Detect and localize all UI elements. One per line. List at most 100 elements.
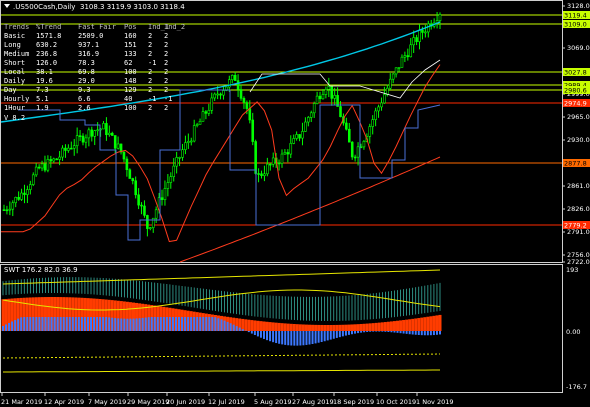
candle-body [75, 135, 79, 147]
candle-body [34, 166, 38, 176]
table-cell: 69.8 [78, 68, 95, 76]
candle-body [418, 29, 421, 42]
table-cell: 129 [124, 86, 137, 94]
table-cell: 5.1 [36, 95, 49, 103]
table-row-label: Local [4, 68, 25, 76]
candle-body [409, 44, 413, 58]
table-cell: -1 [164, 95, 172, 103]
time-label: 21 Mar 2019 [1, 398, 42, 406]
table-cell: 2 [164, 32, 168, 40]
table-header: Trends [4, 23, 29, 31]
candle-body [321, 94, 325, 100]
price-tag-label: 3109.0 [564, 21, 587, 29]
candle-body [8, 208, 12, 211]
candle-body [11, 202, 15, 210]
candle-body [257, 173, 260, 175]
candle-body [339, 106, 342, 118]
indicator-scale-zero: 0.00 [566, 328, 580, 336]
candle-body [377, 106, 380, 112]
candle-body [140, 204, 143, 207]
time-label: 18 Sep 2019 [333, 398, 374, 406]
candle-body [383, 94, 386, 104]
time-label: 29 May 2019 [127, 398, 169, 406]
table-cell: 133 [124, 50, 137, 58]
candle-body [210, 97, 214, 111]
candle-body [426, 23, 430, 33]
price-tag-label: 2779.2 [564, 222, 587, 230]
candle-body [58, 156, 61, 160]
table-cell: 2 [148, 50, 152, 58]
table-cell: 160 [124, 32, 137, 40]
price-tag-label: 3027.8 [564, 69, 587, 77]
candle-body [5, 209, 9, 212]
candle-body [230, 74, 234, 81]
candle-body [330, 86, 334, 99]
candle-body [397, 67, 401, 69]
table-header: %Trend [36, 23, 61, 31]
table-cell: 62 [124, 59, 132, 67]
candle-body [222, 90, 225, 96]
candle-body [128, 169, 132, 179]
candle-body [172, 165, 176, 177]
price-tag-label: 3119.4 [564, 12, 587, 20]
table-cell: 2 [164, 59, 168, 67]
candle-body [277, 162, 281, 165]
time-label: 12 Apr 2019 [44, 398, 84, 406]
dropdown-arrow-icon[interactable] [4, 4, 10, 8]
candle-body [110, 132, 114, 136]
candle-body [181, 149, 184, 158]
candle-body [67, 147, 70, 151]
candle-body [143, 205, 146, 216]
candle-body [406, 55, 410, 58]
candle-body [289, 143, 293, 155]
table-row-label: 1Hour [4, 104, 25, 112]
chart-window[interactable]: .US500Cash,Daily 3108.3 3119.9 3103.0 31… [0, 0, 590, 407]
candle-body [268, 163, 272, 166]
price-label: 2861.0 [567, 182, 590, 190]
candle-body [102, 123, 105, 130]
indicator-scale-bottom: -176.7 [566, 383, 587, 391]
table-cell: 2509.0 [78, 32, 103, 40]
table-cell: 630.2 [36, 41, 57, 49]
candle-body [216, 93, 219, 96]
candle-body [198, 121, 202, 125]
candle-body [242, 98, 246, 103]
candle-body [388, 78, 392, 89]
candle-body [61, 147, 64, 158]
candle-body [412, 37, 415, 46]
indicator-scale-top: 193 [566, 266, 578, 274]
table-cell: 7.3 [36, 86, 49, 94]
table-cell: -1 [148, 95, 156, 103]
candle-body [201, 111, 205, 122]
candle-body [52, 158, 56, 162]
candle-body [219, 93, 222, 96]
table-cell: 126.0 [36, 59, 57, 67]
table-cell: 9.3 [78, 86, 91, 94]
candle-body [248, 108, 252, 121]
candle-body [146, 215, 149, 229]
candle-body [26, 189, 29, 195]
candle-body [17, 196, 20, 200]
swt-indicator-plot[interactable] [1, 269, 442, 373]
candle-body [391, 73, 395, 80]
table-cell: 2.6 [78, 104, 91, 112]
table-cell: 2 [148, 68, 152, 76]
candle-body [286, 152, 290, 155]
candle-body [20, 192, 23, 200]
candle-body [37, 166, 41, 169]
price-tag-label: 2877.8 [564, 160, 587, 168]
candle-body [295, 134, 298, 139]
candle-body [49, 159, 53, 162]
candle-body [424, 31, 427, 34]
candle-body [266, 163, 269, 175]
candle-body [283, 152, 287, 155]
candle-body [64, 147, 67, 151]
candle-body [160, 197, 164, 200]
candle-body [29, 184, 32, 190]
table-cell: 316.9 [78, 50, 99, 58]
candle-body [263, 173, 266, 176]
indicator-lower-band [2, 353, 441, 359]
candle-body [356, 146, 360, 158]
table-row-label: Medium [4, 50, 29, 58]
table-cell: 2 [164, 50, 168, 58]
